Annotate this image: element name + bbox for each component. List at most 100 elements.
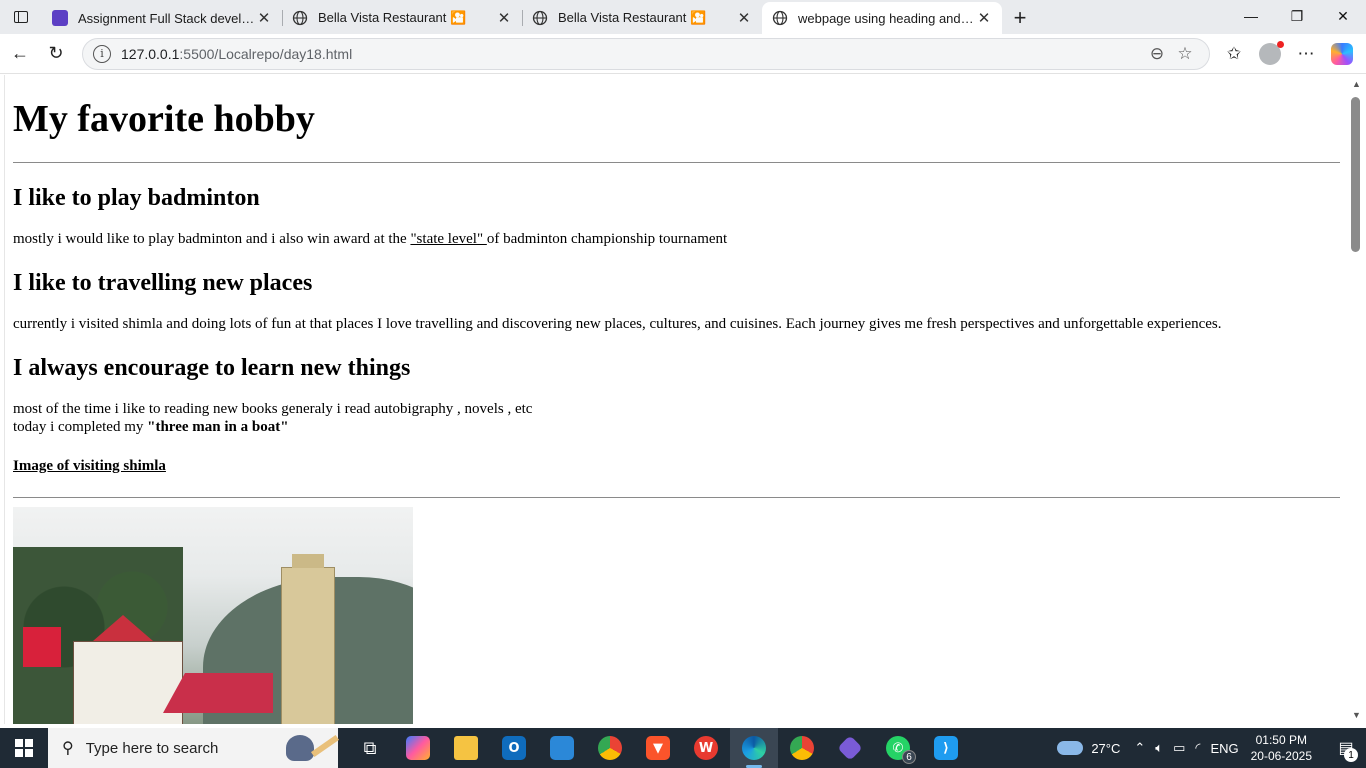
scroll-down-arrow-icon[interactable]: ▼ — [1351, 710, 1362, 720]
whatsapp-button[interactable]: ✆ 6 — [874, 728, 922, 768]
image-caption: Image of visiting shimla — [13, 458, 166, 474]
tab-title: Bella Vista Restaurant 🎦 — [558, 10, 707, 25]
vscode-button[interactable]: ⟩ — [922, 728, 970, 768]
tab-actions-icon — [14, 11, 28, 23]
reader-mode-icon[interactable]: ⊖ — [1143, 44, 1171, 64]
notification-button[interactable]: ▤1 — [1326, 728, 1366, 768]
favorites-icon[interactable]: ✩ — [1216, 36, 1252, 72]
shimla-image — [13, 507, 413, 724]
tab-assignment[interactable]: Assignment Full Stack developme ✕ — [42, 2, 282, 34]
chrome-profile-button[interactable] — [778, 728, 826, 768]
search-placeholder: Type here to search — [85, 739, 219, 757]
chevron-up-icon[interactable]: ⌃ — [1134, 740, 1145, 756]
heading-travelling: I like to travelling new places — [13, 270, 313, 296]
site-info-icon[interactable]: i — [93, 44, 111, 63]
vertical-scrollbar[interactable]: ▲ ▼ — [1347, 75, 1366, 724]
outlook-button[interactable]: O — [490, 728, 538, 768]
maximize-button[interactable]: ❐ — [1274, 0, 1320, 32]
chrome-button[interactable] — [586, 728, 634, 768]
window-controls: — ❐ ✕ — [1228, 0, 1366, 34]
profile-button[interactable] — [1252, 36, 1288, 72]
volume-icon[interactable]: 🔈︎ — [1155, 740, 1163, 756]
url-text[interactable]: 127.0.0.1:5500/Localrepo/day18.html — [121, 46, 1143, 62]
copilot-button[interactable] — [1324, 36, 1360, 72]
tab-bella-vista-2[interactable]: Bella Vista Restaurant 🎦 ✕ — [522, 2, 762, 34]
paragraph-badminton: mostly i would like to play badminton an… — [13, 231, 728, 247]
weather-widget[interactable]: 27°C — [1057, 741, 1120, 756]
store-button[interactable] — [538, 728, 586, 768]
minimize-button[interactable]: — — [1228, 0, 1274, 32]
whatsapp-badge: 6 — [902, 750, 916, 764]
scroll-up-arrow-icon[interactable]: ▲ — [1351, 79, 1362, 89]
store-icon — [550, 736, 574, 760]
new-tab-button[interactable]: + — [1002, 2, 1038, 34]
globe-icon — [772, 10, 788, 26]
taskbar-search[interactable]: ⚲ Type here to search — [48, 728, 340, 768]
git-icon — [837, 735, 863, 761]
tab-webpage-active[interactable]: webpage using heading and para ✕ — [762, 2, 1002, 34]
address-bar[interactable]: i 127.0.0.1:5500/Localrepo/day18.html ⊖ … — [82, 37, 1210, 70]
brave-button[interactable]: ▼ — [634, 728, 682, 768]
heading-badminton: I like to play badminton — [13, 185, 260, 211]
date: 20-06-2025 — [1250, 749, 1312, 763]
outlook-icon: O — [502, 736, 526, 760]
cloud-icon — [1057, 741, 1084, 755]
paragraph-travelling: currently i visited shimla and doing lot… — [13, 316, 1222, 332]
tab-title: Assignment Full Stack developme — [78, 10, 256, 26]
back-button[interactable]: ← — [2, 36, 38, 72]
system-tray: 27°C ⌃ 🔈︎ ▭ ◜ ENG 01:50 PM 20-06-2025 ▤1 — [1057, 728, 1366, 768]
clock[interactable]: 01:50 PM 20-06-2025 — [1251, 732, 1312, 764]
page-title: My favorite hobby — [13, 98, 315, 140]
edge-button[interactable] — [730, 728, 778, 768]
windows-taskbar: ⚲ Type here to search ⧉ O ▼ W ✆ 6 ⟩ 27°C … — [0, 728, 1366, 768]
notification-badge: 1 — [1344, 748, 1358, 762]
language-indicator[interactable]: ENG — [1210, 741, 1238, 756]
close-icon[interactable]: ✕ — [256, 9, 272, 27]
avatar-icon — [1259, 40, 1284, 65]
windows-logo-icon — [15, 739, 33, 757]
cricket-doodle-icon[interactable] — [282, 731, 340, 765]
tab-actions-button[interactable] — [0, 0, 42, 34]
heading-learning: I always encourage to learn new things — [13, 355, 411, 381]
folder-icon — [454, 736, 478, 760]
refresh-button[interactable]: ↻ — [38, 36, 74, 72]
close-icon[interactable]: ✕ — [496, 9, 512, 27]
close-window-button[interactable]: ✕ — [1320, 0, 1366, 32]
chrome-icon — [598, 736, 622, 760]
globe-icon — [292, 10, 308, 26]
wps-button[interactable]: W — [682, 728, 730, 768]
copilot-taskbar-button[interactable] — [394, 728, 442, 768]
search-icon: ⚲ — [62, 740, 74, 757]
git-button[interactable] — [826, 728, 874, 768]
page-viewport[interactable]: My favorite hobby I like to play badmint… — [4, 75, 1347, 724]
page-content: My favorite hobby I like to play badmint… — [5, 75, 1347, 724]
purple-doc-icon — [52, 10, 68, 26]
task-view-icon: ⧉ — [363, 737, 377, 758]
close-icon[interactable]: ✕ — [736, 9, 752, 27]
edge-icon — [742, 736, 766, 760]
battery-icon[interactable]: ▭ — [1173, 740, 1185, 756]
close-icon[interactable]: ✕ — [976, 9, 992, 27]
copilot-icon — [1331, 42, 1353, 65]
vscode-icon: ⟩ — [934, 736, 958, 760]
tab-bella-vista-1[interactable]: Bella Vista Restaurant 🎦 ✕ — [282, 2, 522, 34]
file-explorer-button[interactable] — [442, 728, 490, 768]
start-button[interactable] — [0, 728, 48, 768]
copilot-app-icon — [406, 736, 430, 760]
globe-icon — [532, 10, 548, 26]
task-view-button[interactable]: ⧉ — [346, 728, 394, 768]
tab-title: webpage using heading and para — [798, 10, 976, 26]
more-menu-icon[interactable]: ⋯ — [1288, 36, 1324, 72]
paragraph-learning: most of the time i like to reading new b… — [13, 401, 533, 435]
divider — [13, 162, 1340, 163]
state-level-link[interactable]: "state level" — [410, 231, 486, 247]
wifi-icon[interactable]: ◜ — [1195, 740, 1200, 756]
brave-icon: ▼ — [646, 736, 670, 760]
wps-office-icon: W — [694, 736, 718, 760]
chrome-profile-icon — [790, 736, 814, 760]
divider — [13, 497, 1340, 498]
scrollbar-thumb[interactable] — [1351, 97, 1360, 252]
address-toolbar: ← ↻ i 127.0.0.1:5500/Localrepo/day18.htm… — [0, 34, 1366, 74]
temperature: 27°C — [1091, 740, 1121, 756]
favorite-star-icon[interactable]: ☆ — [1171, 44, 1199, 64]
